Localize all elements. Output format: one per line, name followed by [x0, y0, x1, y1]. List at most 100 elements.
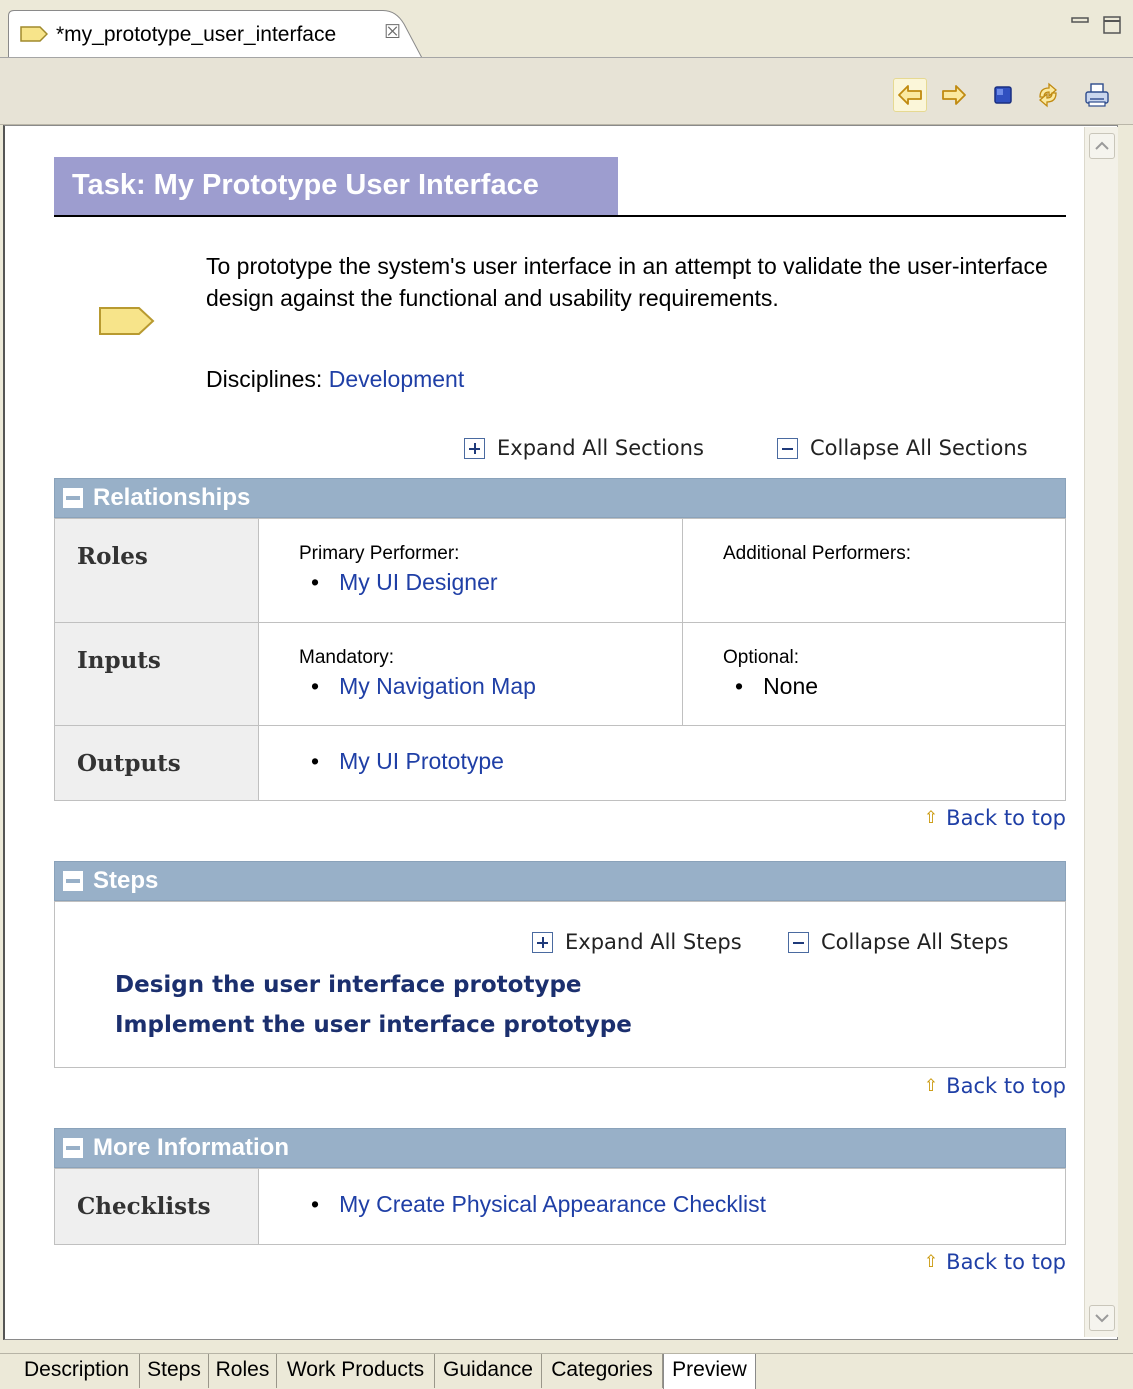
list-item: My Create Physical Appearance Checklist: [311, 1191, 1065, 1218]
inputs-row: Inputs Mandatory: My Navigation Map Opti…: [54, 622, 1066, 726]
checklist-link[interactable]: My Create Physical Appearance Checklist: [339, 1191, 766, 1217]
mandatory-label: Mandatory:: [299, 647, 395, 668]
tab-work-products[interactable]: Work Products: [277, 1354, 435, 1388]
step-link[interactable]: Implement the user interface prototype: [115, 1012, 632, 1038]
back-to-top-label: Back to top: [946, 1074, 1066, 1098]
print-button[interactable]: [1080, 78, 1114, 112]
stop-button[interactable]: [986, 78, 1020, 112]
forward-arrow-icon: [942, 85, 966, 105]
expand-all-sections-link[interactable]: Expand All Sections: [464, 436, 704, 460]
tab-steps[interactable]: Steps: [140, 1354, 209, 1388]
expand-all-steps-label: Expand All Steps: [565, 930, 742, 954]
task-description: To prototype the system's user interface…: [206, 250, 1056, 314]
task-icon: [20, 26, 48, 42]
description-line: To prototype the system's user interface…: [206, 253, 1048, 279]
collapse-section-icon[interactable]: [63, 488, 83, 508]
tab-preview[interactable]: Preview: [663, 1354, 756, 1389]
roles-label: Roles: [54, 518, 259, 623]
expand-all-sections-label: Expand All Sections: [497, 436, 704, 460]
collapse-all-sections-link[interactable]: Collapse All Sections: [777, 436, 1028, 460]
outputs-row: Outputs My UI Prototype: [54, 725, 1066, 801]
more-information-table: Checklists My Create Physical Appearance…: [54, 1168, 1066, 1245]
minimize-icon[interactable]: [1070, 14, 1092, 36]
back-to-top-label: Back to top: [946, 806, 1066, 830]
list-item: None: [735, 673, 1065, 700]
page-title: Task: My Prototype User Interface: [54, 157, 618, 215]
section-title: Steps: [93, 867, 159, 894]
collapse-all-sections-label: Collapse All Sections: [810, 436, 1028, 460]
collapse-all-steps-label: Collapse All Steps: [821, 930, 1009, 954]
editor-page-tabs: Description Steps Roles Work Products Gu…: [0, 1353, 1133, 1389]
mandatory-inputs-cell: Mandatory: My Navigation Map: [258, 622, 683, 726]
discipline-link[interactable]: Development: [329, 366, 465, 392]
outputs-label: Outputs: [54, 725, 259, 801]
back-to-top-link[interactable]: ⇧ Back to top: [924, 806, 1066, 830]
task-icon: [99, 307, 155, 335]
checklists-row: Checklists My Create Physical Appearance…: [54, 1168, 1066, 1245]
editor-tab[interactable]: *my_prototype_user_interface ☒: [8, 10, 423, 58]
list-item: My UI Prototype: [311, 748, 1065, 775]
back-arrow-icon: [898, 85, 922, 105]
up-arrow-icon: ⇧: [923, 808, 939, 828]
optional-inputs-cell: Optional: None: [682, 622, 1066, 726]
chevron-up-icon: [1095, 141, 1109, 150]
expand-icon: [532, 931, 553, 953]
more-information-section-header[interactable]: More Information: [54, 1128, 1066, 1168]
preview-toolbar: [0, 57, 1133, 125]
tab-roles[interactable]: Roles: [209, 1354, 277, 1388]
collapse-section-icon[interactable]: [63, 871, 83, 891]
back-button[interactable]: [893, 78, 927, 112]
tab-categories[interactable]: Categories: [542, 1354, 663, 1388]
work-product-link[interactable]: My UI Prototype: [339, 748, 504, 774]
collapse-all-steps-link[interactable]: Collapse All Steps: [788, 930, 1008, 954]
steps-content: Expand All Steps Collapse All Steps Desi…: [54, 901, 1066, 1068]
preview-viewport: Task: My Prototype User Interface To pro…: [3, 125, 1118, 1340]
tab-guidance[interactable]: Guidance: [435, 1354, 542, 1388]
stop-icon: [994, 86, 1012, 104]
print-icon: [1085, 83, 1109, 107]
expand-all-steps-link[interactable]: Expand All Steps: [532, 930, 742, 954]
work-product-link[interactable]: My Navigation Map: [339, 673, 536, 699]
close-icon[interactable]: ☒: [384, 23, 401, 43]
role-link[interactable]: My UI Designer: [339, 569, 497, 595]
checklists-label: Checklists: [54, 1168, 259, 1245]
maximize-icon[interactable]: [1101, 14, 1123, 36]
optional-value: None: [763, 673, 819, 699]
up-arrow-icon: ⇧: [923, 1252, 939, 1272]
list-item: My Navigation Map: [311, 673, 682, 700]
up-arrow-icon: ⇧: [923, 1076, 939, 1096]
primary-performer-label: Primary Performer:: [299, 543, 460, 564]
optional-label: Optional:: [723, 647, 800, 668]
step-link[interactable]: Design the user interface prototype: [115, 972, 582, 998]
outputs-cell: My UI Prototype: [258, 725, 1066, 801]
editor-tab-title: *my_prototype_user_interface: [56, 23, 337, 46]
section-title: Relationships: [93, 484, 251, 511]
forward-button[interactable]: [937, 78, 971, 112]
tab-description[interactable]: Description: [14, 1354, 140, 1388]
collapse-section-icon[interactable]: [63, 1138, 83, 1158]
additional-performers-label: Additional Performers:: [723, 543, 911, 564]
back-to-top-link[interactable]: ⇧ Back to top: [924, 1250, 1066, 1274]
scroll-down-button[interactable]: [1089, 1305, 1115, 1331]
chevron-down-icon: [1095, 1314, 1109, 1323]
relationships-table: Roles Primary Performer: My UI Designer …: [54, 518, 1066, 801]
list-item: My UI Designer: [311, 569, 682, 596]
collapse-icon: [777, 437, 798, 459]
description-line: design against the functional and usabil…: [206, 285, 779, 311]
back-to-top-link[interactable]: ⇧ Back to top: [924, 1074, 1066, 1098]
scroll-up-button[interactable]: [1089, 133, 1115, 159]
editor-tab-strip: *my_prototype_user_interface ☒: [0, 0, 1133, 58]
steps-section-header[interactable]: Steps: [54, 861, 1066, 901]
disciplines-row: Disciplines: Development: [206, 366, 464, 393]
back-to-top-label: Back to top: [946, 1250, 1066, 1274]
refresh-icon: [1039, 82, 1057, 108]
collapse-icon: [788, 931, 809, 953]
primary-performer-cell: Primary Performer: My UI Designer: [258, 518, 683, 623]
inputs-label: Inputs: [54, 622, 259, 726]
checklists-cell: My Create Physical Appearance Checklist: [258, 1168, 1066, 1245]
roles-row: Roles Primary Performer: My UI Designer …: [54, 518, 1066, 623]
relationships-section-header[interactable]: Relationships: [54, 478, 1066, 518]
refresh-button[interactable]: [1031, 78, 1065, 112]
page-title-bar: Task: My Prototype User Interface: [54, 157, 1066, 217]
vertical-scrollbar[interactable]: [1084, 127, 1118, 1337]
